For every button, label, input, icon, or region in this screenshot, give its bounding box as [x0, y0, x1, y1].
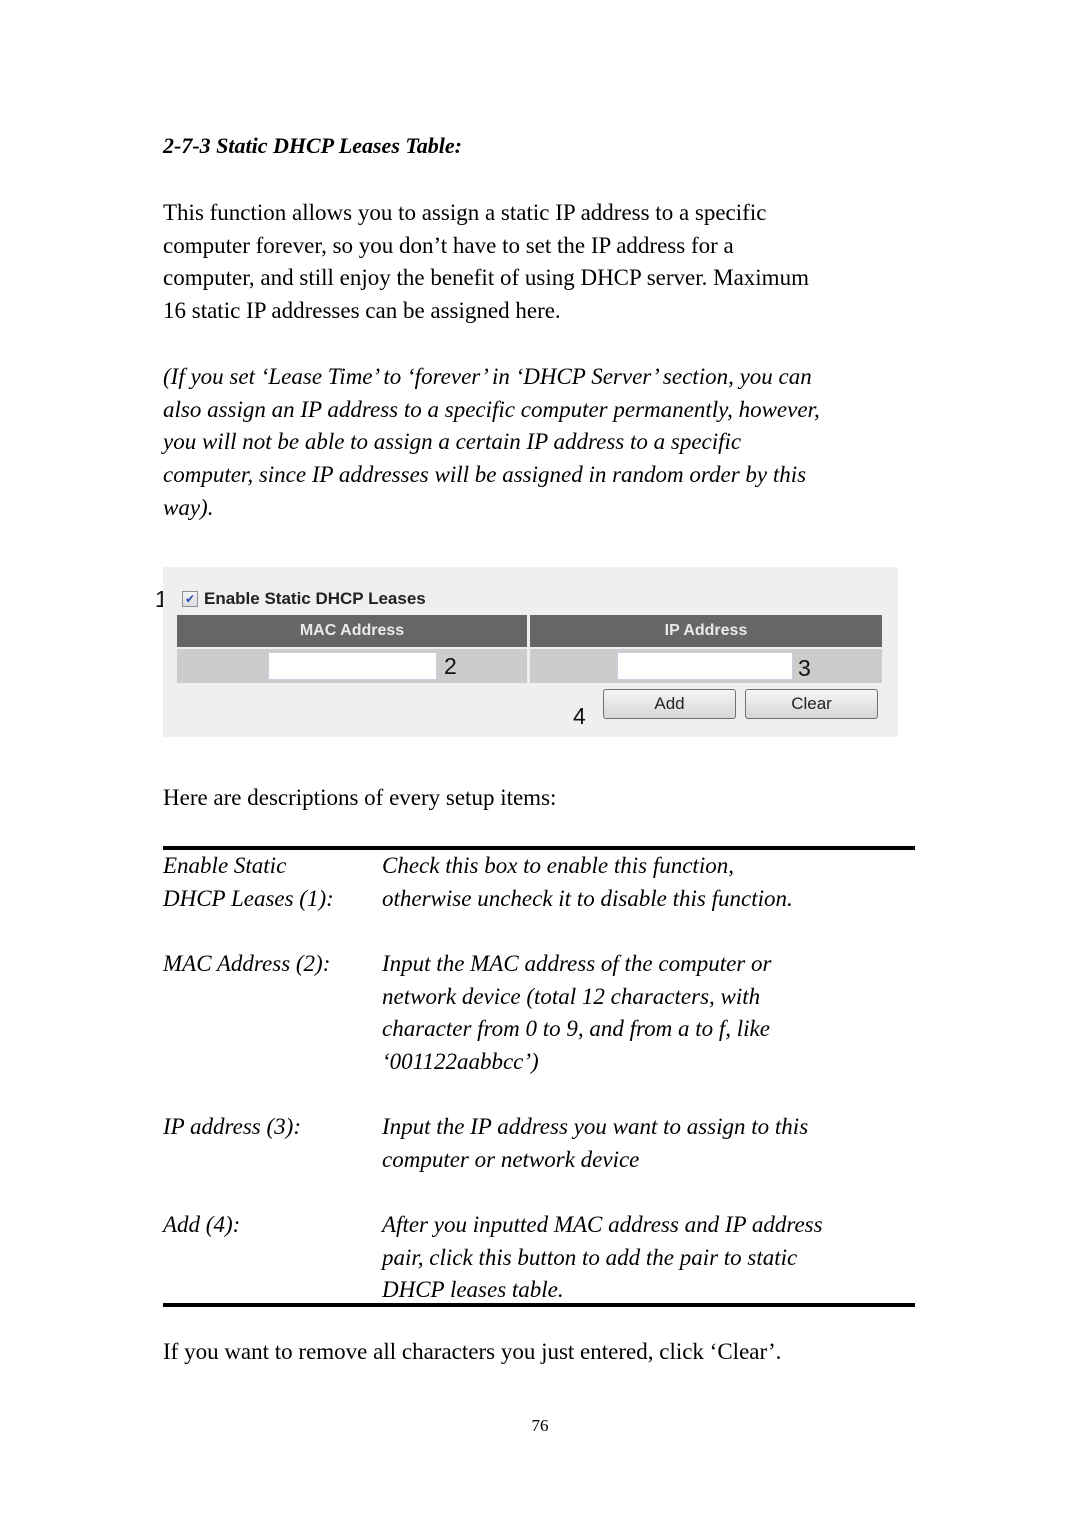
term-line: Enable Static	[163, 853, 287, 878]
definition-line: Input the IP address you want to assign …	[382, 1114, 809, 1139]
description-term: Enable Static DHCP Leases (1):	[163, 850, 378, 915]
definition-line: pair, click this button to add the pair …	[382, 1244, 798, 1270]
mac-address-input[interactable]	[268, 652, 437, 680]
enable-static-dhcp-row[interactable]: ✔ Enable Static DHCP Leases	[182, 589, 426, 609]
term-line: DHCP Leases (1):	[163, 885, 334, 911]
definition-line: character from 0 to 9, and from a to f, …	[382, 1016, 770, 1042]
note-line: you will not be able to assign a certain…	[163, 429, 742, 455]
page-number: 76	[531, 1416, 549, 1435]
section-heading: 2-7-3 Static DHCP Leases Table:	[163, 133, 462, 158]
clear-button[interactable]: Clear	[745, 689, 878, 719]
intro-line: This function allows you to assign a sta…	[163, 200, 767, 225]
callout-3: 3	[798, 655, 811, 681]
intro-line: 16 static IP addresses can be assigned h…	[163, 298, 561, 324]
note-line: also assign an IP address to a specific …	[163, 396, 820, 422]
enable-static-dhcp-checkbox[interactable]: ✔	[182, 591, 198, 607]
enable-static-dhcp-label: Enable Static DHCP Leases	[204, 589, 426, 608]
description-definition: Input the IP address you want to assign …	[382, 1111, 922, 1176]
table-bottom-rule	[163, 1303, 915, 1307]
callout-4: 4	[573, 703, 586, 729]
closing-text: If you want to remove all characters you…	[163, 1339, 782, 1364]
description-term: IP address (3):	[163, 1111, 378, 1144]
definition-line: Check this box to enable this function,	[382, 853, 734, 878]
description-term: MAC Address (2):	[163, 948, 378, 981]
definition-line: otherwise uncheck it to disable this fun…	[382, 885, 793, 911]
description-term: Add (4):	[163, 1209, 378, 1242]
ip-address-input[interactable]	[617, 652, 793, 680]
note-line: computer, since IP addresses will be ass…	[163, 462, 807, 488]
mac-address-cell	[177, 649, 527, 683]
ip-address-cell	[530, 649, 882, 683]
note-line: (If you set ‘Lease Time’ to ‘forever’ in…	[163, 364, 812, 389]
descriptions-intro: Here are descriptions of every setup ite…	[163, 785, 557, 810]
term-line: IP address (3):	[163, 1114, 301, 1139]
callout-2: 2	[444, 653, 457, 679]
description-definition: Check this box to enable this function, …	[382, 850, 922, 915]
description-definition: Input the MAC address of the computer or…	[382, 948, 922, 1079]
mac-address-column-header: MAC Address	[177, 615, 527, 647]
term-line: MAC Address (2):	[163, 951, 331, 976]
definition-line: ‘001122aabbcc’)	[382, 1049, 539, 1075]
intro-paragraph: This function allows you to assign a sta…	[163, 197, 923, 328]
ip-address-column-header: IP Address	[530, 615, 882, 647]
description-definition: After you inputted MAC address and IP ad…	[382, 1209, 922, 1307]
note-paragraph: (If you set ‘Lease Time’ to ‘forever’ in…	[163, 361, 923, 525]
intro-line: computer, and still enjoy the benefit of…	[163, 265, 809, 291]
definition-line: After you inputted MAC address and IP ad…	[382, 1212, 823, 1237]
intro-line: computer forever, so you don’t have to s…	[163, 232, 734, 258]
definition-line: Input the MAC address of the computer or	[382, 951, 772, 976]
definition-line: network device (total 12 characters, wit…	[382, 983, 761, 1009]
static-dhcp-panel: ✔ Enable Static DHCP Leases MAC Address …	[163, 567, 898, 737]
add-button[interactable]: Add	[603, 689, 736, 719]
definition-line: computer or network device	[382, 1146, 640, 1172]
term-line: Add (4):	[163, 1212, 241, 1237]
note-line: way).	[163, 494, 214, 520]
